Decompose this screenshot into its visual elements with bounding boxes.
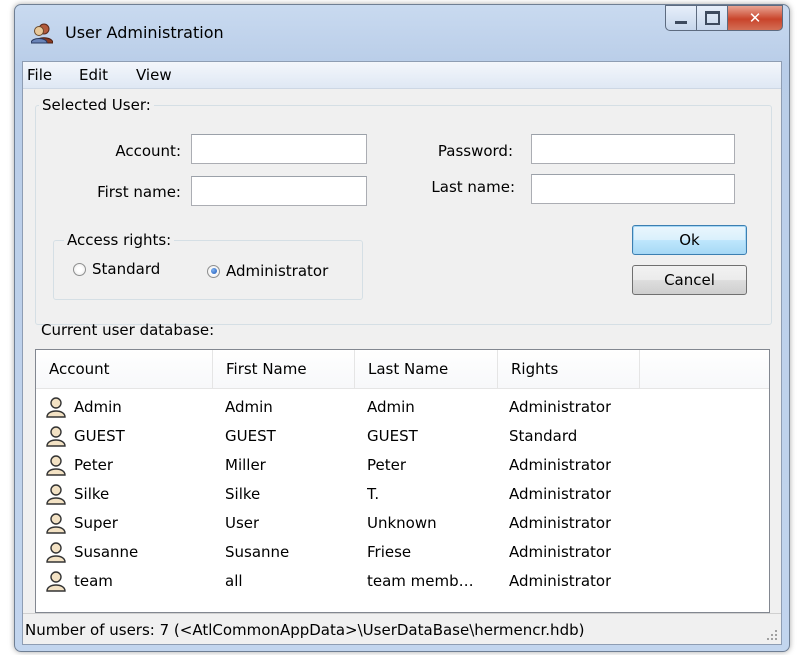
cell-account: GUEST: [74, 427, 125, 445]
table-row[interactable]: Admin Admin Admin Administrator: [36, 393, 769, 422]
cell-account: Susanne: [74, 543, 139, 561]
administrator-radio[interactable]: Administrator: [207, 262, 328, 280]
menu-view[interactable]: View: [136, 66, 172, 84]
status-bar: Number of users: 7 (<AtlCommonAppData>\U…: [23, 613, 781, 644]
user-icon: [46, 455, 66, 476]
caption-buttons: ✕: [665, 5, 783, 31]
cell-first-name: all: [225, 572, 243, 590]
cell-first-name: Miller: [225, 456, 266, 474]
password-field[interactable]: [531, 134, 735, 164]
cell-last-name: Admin: [367, 398, 415, 416]
table-row[interactable]: team all team memb… Administrator: [36, 567, 769, 596]
menu-file[interactable]: File: [27, 66, 52, 84]
table-row[interactable]: Super User Unknown Administrator: [36, 509, 769, 538]
table-row[interactable]: Susanne Susanne Friese Administrator: [36, 538, 769, 567]
user-icon: [46, 426, 66, 447]
administrator-radio-label: Administrator: [226, 262, 329, 280]
cell-last-name: Peter: [367, 456, 407, 474]
database-label: Current user database:: [41, 321, 215, 339]
cell-last-name: Friese: [367, 543, 412, 561]
table-row[interactable]: GUEST GUEST GUEST Standard: [36, 422, 769, 451]
ok-button[interactable]: Ok: [632, 225, 747, 255]
cell-last-name: GUEST: [367, 427, 418, 445]
user-icon: [46, 484, 66, 505]
user-icon: [46, 397, 66, 418]
standard-radio-dot: [73, 262, 86, 276]
cell-rights: Standard: [509, 427, 578, 445]
selected-user-label: Selected User:: [39, 96, 154, 114]
column-first-name[interactable]: First Name: [213, 350, 355, 388]
cell-first-name: GUEST: [225, 427, 276, 445]
cell-account: Super: [74, 514, 118, 532]
client-area: File Edit View Selected User: Account: P…: [22, 61, 782, 645]
maximize-icon: [704, 11, 720, 25]
user-icon: [46, 571, 66, 592]
column-last-name[interactable]: Last Name: [355, 350, 498, 388]
cell-last-name: T.: [367, 485, 380, 503]
cell-rights: Administrator: [509, 398, 612, 416]
resize-grip-icon[interactable]: [766, 629, 778, 641]
table-row[interactable]: Silke Silke T. Administrator: [36, 480, 769, 509]
cell-first-name: Susanne: [225, 543, 290, 561]
minimize-icon: [675, 20, 687, 24]
cell-rights: Administrator: [509, 514, 612, 532]
column-account[interactable]: Account: [36, 350, 213, 388]
cell-last-name: team memb…: [367, 572, 474, 590]
cell-account: Admin: [74, 398, 122, 416]
table-row[interactable]: Peter Miller Peter Administrator: [36, 451, 769, 480]
first-name-label: First name:: [97, 183, 181, 201]
close-button[interactable]: ✕: [727, 5, 783, 31]
standard-radio-label: Standard: [92, 260, 161, 278]
cell-rights: Administrator: [509, 572, 612, 590]
first-name-field[interactable]: [191, 176, 367, 206]
app-window: User Administration ✕ File Edit View Sel…: [14, 4, 790, 652]
column-rights[interactable]: Rights: [498, 350, 640, 388]
cell-first-name: Admin: [225, 398, 273, 416]
menu-edit[interactable]: Edit: [79, 66, 108, 84]
maximize-button[interactable]: [696, 5, 727, 31]
cell-first-name: User: [225, 514, 260, 532]
last-name-field[interactable]: [531, 174, 735, 204]
cell-first-name: Silke: [225, 485, 261, 503]
minimize-button[interactable]: [665, 5, 696, 31]
cancel-button[interactable]: Cancel: [632, 265, 747, 295]
user-icon: [46, 542, 66, 563]
cell-account: Peter: [74, 456, 114, 474]
window-title: User Administration: [65, 23, 224, 42]
title-bar[interactable]: User Administration ✕: [15, 5, 789, 55]
cell-rights: Administrator: [509, 485, 612, 503]
menu-bar: File Edit View: [23, 62, 781, 89]
users-icon: [31, 23, 53, 44]
cell-rights: Administrator: [509, 543, 612, 561]
access-rights-label: Access rights:: [64, 231, 175, 249]
cell-account: Silke: [74, 485, 110, 503]
user-icon: [46, 513, 66, 534]
password-label: Password:: [437, 142, 513, 160]
administrator-radio-dot: [207, 264, 220, 278]
cell-rights: Administrator: [509, 456, 612, 474]
cell-last-name: Unknown: [367, 514, 437, 532]
last-name-label: Last name:: [431, 178, 515, 196]
user-list[interactable]: Account First Name Last Name Rights Admi…: [35, 349, 770, 613]
account-label: Account:: [115, 142, 181, 160]
close-icon: ✕: [748, 9, 762, 27]
account-field[interactable]: [191, 134, 367, 164]
status-text: Number of users: 7 (<AtlCommonAppData>\U…: [25, 621, 585, 639]
standard-radio[interactable]: Standard: [73, 260, 160, 278]
cell-account: team: [74, 572, 113, 590]
list-header: Account First Name Last Name Rights: [36, 350, 769, 389]
